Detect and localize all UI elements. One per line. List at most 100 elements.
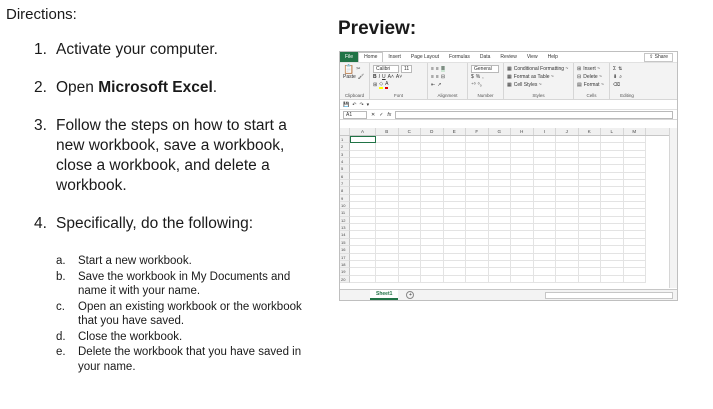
row-header[interactable]: 14 — [340, 231, 350, 239]
cell[interactable] — [556, 231, 579, 239]
column-header[interactable]: F — [466, 128, 489, 135]
cell[interactable] — [533, 158, 556, 166]
cell[interactable] — [556, 143, 579, 151]
new-sheet-icon[interactable]: + — [406, 291, 415, 299]
cell[interactable] — [511, 150, 534, 159]
cell[interactable] — [511, 136, 534, 144]
cell[interactable] — [578, 180, 601, 188]
format-as-table-button[interactable]: ▦ Format as Table ~ — [507, 73, 570, 81]
cell[interactable] — [511, 165, 534, 173]
cell[interactable] — [511, 202, 534, 210]
cell[interactable] — [601, 253, 624, 261]
column-header[interactable]: J — [556, 128, 579, 135]
cell[interactable] — [398, 187, 421, 195]
cell[interactable] — [421, 194, 444, 203]
cell[interactable] — [466, 202, 489, 210]
insert-cells-button[interactable]: ⊞ Insert ~ — [577, 65, 606, 73]
cell[interactable] — [623, 158, 646, 166]
cell[interactable] — [350, 238, 376, 247]
cell[interactable] — [623, 246, 646, 254]
row-header[interactable]: 19 — [340, 268, 350, 276]
cell[interactable] — [556, 165, 579, 173]
cell[interactable] — [398, 165, 421, 173]
cell[interactable] — [533, 180, 556, 188]
cell[interactable] — [376, 143, 399, 151]
cell[interactable] — [533, 238, 556, 247]
row-header[interactable]: 9 — [340, 194, 350, 203]
cell[interactable] — [511, 209, 534, 217]
wrap-text-icon[interactable]: ≣ — [440, 66, 446, 72]
cell[interactable] — [376, 260, 399, 269]
cell[interactable] — [578, 209, 601, 217]
format-cells-button[interactable]: ▤ Format ~ — [577, 81, 606, 89]
align-middle-icon[interactable]: ≡ — [436, 66, 439, 72]
cell[interactable] — [350, 231, 376, 239]
cell[interactable] — [601, 260, 624, 269]
autosum-icon[interactable]: Σ — [613, 66, 616, 72]
cell[interactable] — [601, 165, 624, 173]
cell[interactable] — [488, 202, 511, 210]
row-header[interactable]: 18 — [340, 260, 350, 269]
align-center-icon[interactable]: ≡ — [436, 74, 439, 80]
cell[interactable] — [511, 143, 534, 151]
column-header[interactable]: H — [511, 128, 534, 135]
cell[interactable] — [533, 172, 556, 181]
cell[interactable] — [488, 143, 511, 151]
row-header[interactable]: 3 — [340, 150, 350, 159]
row-header[interactable]: 12 — [340, 216, 350, 225]
cell[interactable] — [443, 246, 466, 254]
cell[interactable] — [511, 253, 534, 261]
font-color-icon[interactable]: A — [385, 81, 389, 89]
cell[interactable] — [376, 158, 399, 166]
cell[interactable] — [376, 209, 399, 217]
cell[interactable] — [376, 136, 399, 144]
cell[interactable] — [533, 224, 556, 232]
cell[interactable] — [533, 150, 556, 159]
cell[interactable] — [578, 194, 601, 203]
cell[interactable] — [466, 194, 489, 203]
cell[interactable] — [443, 260, 466, 269]
cell[interactable] — [556, 238, 579, 247]
select-all-corner[interactable] — [340, 128, 350, 135]
cell[interactable] — [421, 202, 444, 210]
format-painter-icon[interactable]: 🖌 — [358, 74, 364, 80]
cell[interactable] — [350, 246, 376, 254]
cell[interactable] — [466, 224, 489, 232]
cell[interactable] — [601, 268, 624, 276]
cell[interactable] — [443, 231, 466, 239]
cell[interactable] — [623, 172, 646, 181]
cell[interactable] — [511, 231, 534, 239]
cell[interactable] — [443, 136, 466, 144]
cell[interactable] — [376, 172, 399, 181]
cell[interactable] — [623, 216, 646, 225]
cell[interactable] — [533, 246, 556, 254]
cell[interactable] — [578, 202, 601, 210]
cell[interactable] — [398, 136, 421, 144]
cell[interactable] — [376, 224, 399, 232]
cell[interactable] — [556, 180, 579, 188]
row-header[interactable]: 8 — [340, 187, 350, 195]
cell[interactable] — [601, 187, 624, 195]
cell[interactable] — [578, 150, 601, 159]
row-header[interactable]: 2 — [340, 143, 350, 151]
worksheet-grid[interactable]: ABCDEFGHIJKLM 1 2 3 4 5 6 7 8 9 10 11 12 13 14 15 16 17 1… — [340, 128, 669, 288]
horizontal-scrollbar[interactable] — [545, 292, 673, 299]
cell[interactable] — [421, 158, 444, 166]
cell[interactable] — [421, 187, 444, 195]
italic-icon[interactable]: I — [379, 74, 380, 80]
cell[interactable] — [421, 143, 444, 151]
column-header[interactable]: G — [489, 128, 511, 135]
cell[interactable] — [578, 165, 601, 173]
cell[interactable] — [601, 224, 624, 232]
cell[interactable] — [601, 238, 624, 247]
cell[interactable] — [488, 165, 511, 173]
cell-styles-button[interactable]: ▦ Cell Styles ~ — [507, 81, 570, 89]
cell[interactable] — [556, 136, 579, 144]
cell[interactable] — [398, 209, 421, 217]
font-size-select[interactable]: 11 — [401, 65, 413, 73]
cell[interactable] — [398, 150, 421, 159]
decrease-decimal-icon[interactable]: ⁰₀ — [478, 82, 482, 88]
cell[interactable] — [623, 275, 646, 283]
cell[interactable] — [578, 172, 601, 181]
cell[interactable] — [578, 275, 601, 283]
